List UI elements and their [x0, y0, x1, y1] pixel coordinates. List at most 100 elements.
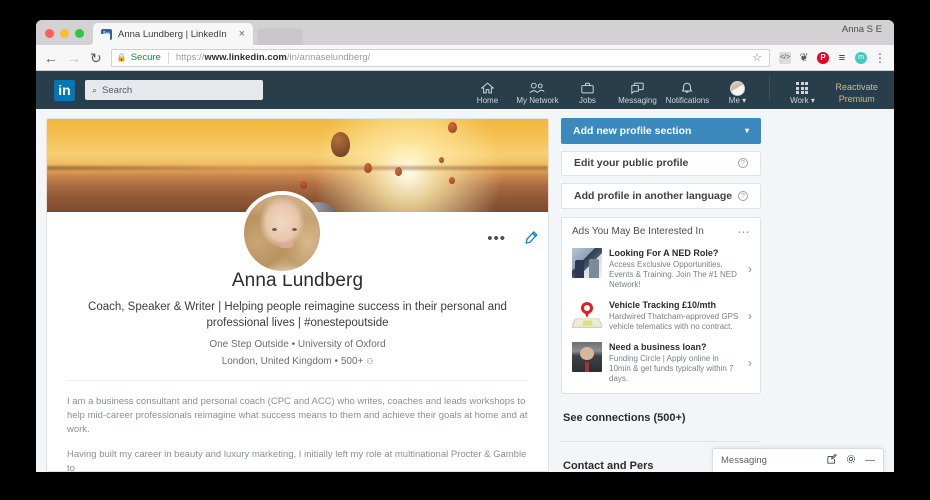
balloon-icon	[300, 181, 307, 189]
browser-tab-active[interactable]: in Anna Lundberg | LinkedIn ×	[93, 23, 253, 45]
premium-line-1: Reactivate	[835, 81, 878, 93]
ad-description: Hardwired Thatcham-approved GPS vehicle …	[609, 312, 739, 332]
messaging-dock[interactable]: Messaging —	[712, 448, 884, 472]
url-domain: www.linkedin.com	[204, 52, 287, 63]
nav-item-notifications[interactable]: Notifications	[662, 81, 712, 105]
back-button[interactable]: ←	[44, 51, 58, 65]
nav-item-me-label: Me ▾	[729, 96, 746, 105]
ads-card: Ads You May Be Interested In ⋯ Looking F…	[561, 217, 761, 394]
page-title: Anna Lundberg	[75, 270, 520, 292]
nav-item-my-network[interactable]: My Network	[512, 81, 562, 105]
see-connections-link[interactable]: See connections (500+)	[561, 401, 761, 434]
edit-profile-icon[interactable]	[525, 231, 539, 247]
premium-line-2: Premium	[835, 93, 878, 105]
profile-current-positions: One Step Outside • University of Oxford	[75, 339, 520, 350]
summary-paragraph: Having built my career in beauty and lux…	[67, 448, 528, 472]
profile-summary: I am a business consultant and personal …	[47, 395, 548, 472]
browser-tab-strip: in Anna Lundberg | LinkedIn × Anna S E	[36, 20, 894, 45]
balloon-icon	[439, 157, 444, 163]
chevron-down-icon: ▾	[745, 126, 749, 135]
nav-item-messaging-label: Messaging	[618, 96, 657, 105]
list-item[interactable]: Vehicle Tracking £10/mth Hardwired Thatc…	[562, 295, 760, 337]
list-item[interactable]: Looking For A NED Role? Access Exclusive…	[562, 243, 760, 295]
nav-item-jobs-label: Jobs	[579, 96, 596, 105]
ad-thumbnail-icon	[572, 248, 602, 278]
help-icon[interactable]: ?	[738, 191, 748, 201]
horizon-ridge	[47, 166, 548, 170]
add-new-profile-section-button[interactable]: Add new profile section ▾	[561, 118, 761, 144]
ad-title: Looking For A NED Role?	[609, 248, 739, 259]
evernote-extension-icon[interactable]: ❦	[798, 52, 810, 64]
pinterest-extension-icon[interactable]: P	[817, 52, 829, 64]
ad-text: Looking For A NED Role? Access Exclusive…	[609, 248, 739, 290]
add-profile-language-button[interactable]: Add profile in another language ?	[561, 183, 761, 209]
code-extension-icon[interactable]: </>	[779, 52, 791, 64]
nav-item-work-label: Work ▾	[790, 96, 815, 105]
ad-title: Need a business loan?	[609, 342, 739, 353]
address-bar[interactable]: 🔒 Secure https://www.linkedin.com/in/ann…	[111, 49, 770, 67]
browser-window: in Anna Lundberg | LinkedIn × Anna S E ←…	[36, 20, 894, 472]
list-item[interactable]: Need a business loan? Funding Circle | A…	[562, 337, 760, 389]
ad-thumbnail-icon	[572, 300, 602, 330]
profile-photo-image	[244, 195, 320, 271]
message-bubble-icon	[631, 81, 644, 95]
buffer-extension-icon[interactable]: ≡	[836, 52, 848, 64]
forward-button[interactable]: →	[67, 51, 81, 65]
page-body: ••• Anna Lundberg Coach, Speaker & Write…	[36, 109, 894, 472]
chevron-right-icon[interactable]: ›	[746, 356, 752, 370]
ad-description: Funding Circle | Apply online in 10min &…	[609, 354, 739, 384]
right-rail: Add new profile section ▾ Edit your publ…	[561, 118, 761, 472]
chrome-menu-icon[interactable]: ⋮	[874, 52, 886, 64]
bookmark-star-icon[interactable]: ☆	[752, 51, 764, 64]
search-placeholder: Search	[102, 85, 132, 96]
maximize-window-button[interactable]	[75, 29, 84, 38]
gear-icon[interactable]	[846, 454, 856, 467]
nav-divider	[769, 75, 770, 101]
balloon-icon	[449, 177, 455, 184]
linkedin-favicon-icon: in	[101, 29, 112, 40]
teal-extension-icon[interactable]: m	[855, 52, 867, 64]
nav-item-me[interactable]: Me ▾	[712, 81, 762, 105]
bell-icon	[681, 81, 693, 95]
nav-item-home[interactable]: Home	[462, 81, 512, 105]
nav-item-messaging[interactable]: Messaging	[612, 81, 662, 105]
balloon-icon	[448, 122, 457, 133]
profile-headline: Coach, Speaker & Writer | Helping people…	[75, 299, 520, 331]
lock-icon: 🔒	[117, 53, 127, 62]
compose-message-icon[interactable]	[827, 454, 837, 467]
add-profile-language-label: Add profile in another language	[574, 190, 732, 202]
ad-thumbnail-icon	[572, 342, 602, 372]
chrome-profile-chip[interactable]: Anna S E	[842, 24, 882, 35]
close-window-button[interactable]	[45, 29, 54, 38]
edit-public-profile-button[interactable]: Edit your public profile ?	[561, 151, 761, 177]
linkedin-logo-icon[interactable]: in	[54, 80, 75, 101]
grid-icon	[796, 81, 808, 95]
balloon-icon	[331, 132, 350, 157]
profile-photo[interactable]	[240, 191, 324, 275]
help-icon[interactable]: ?	[738, 158, 748, 168]
reactivate-premium-link[interactable]: Reactivate Premium	[835, 81, 878, 105]
messaging-dock-label: Messaging	[721, 455, 818, 466]
more-options-icon[interactable]: •••	[487, 235, 506, 243]
ad-title: Vehicle Tracking £10/mth	[609, 300, 739, 311]
chevron-right-icon[interactable]: ›	[746, 309, 752, 323]
nav-item-work[interactable]: Work ▾	[777, 81, 827, 105]
rail-divider	[561, 441, 761, 442]
connections-icon: ⚇	[366, 357, 373, 366]
chevron-right-icon[interactable]: ›	[746, 262, 752, 276]
ads-more-icon[interactable]: ⋯	[738, 229, 751, 235]
nav-item-my-network-label: My Network	[516, 96, 558, 105]
reload-button[interactable]: ↻	[90, 51, 102, 65]
close-tab-icon[interactable]: ×	[237, 29, 247, 40]
search-icon: ⌕	[92, 85, 97, 96]
url-scheme: https://	[176, 52, 205, 63]
card-divider	[67, 380, 528, 381]
search-input[interactable]: ⌕ Search	[85, 80, 263, 100]
balloon-icon	[364, 163, 372, 173]
minimize-window-button[interactable]	[60, 29, 69, 38]
new-tab-button[interactable]	[257, 28, 303, 45]
minimize-icon[interactable]: —	[865, 455, 875, 466]
window-traffic-lights	[36, 29, 84, 45]
ad-text: Need a business loan? Funding Circle | A…	[609, 342, 739, 384]
nav-item-jobs[interactable]: Jobs	[562, 81, 612, 105]
